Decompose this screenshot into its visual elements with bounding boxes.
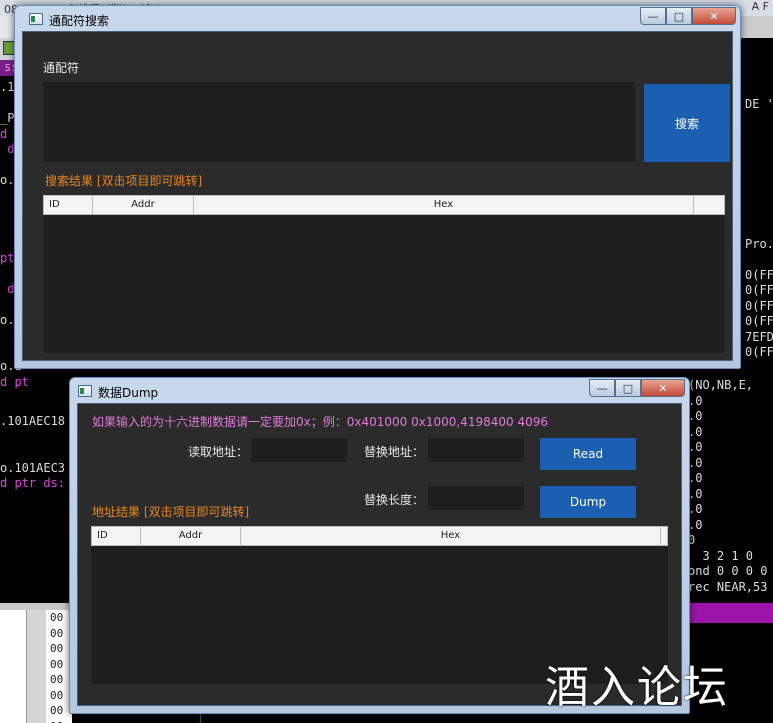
code-line: 00 [50,719,72,723]
code-line: (NO,NB,E, [688,378,754,392]
code-line: .0 [688,409,703,423]
read-address-input[interactable] [251,438,347,462]
read-button[interactable]: Read [540,438,636,470]
code-line: .0 [688,440,703,454]
minimize-button[interactable]: — [589,379,615,397]
column-addr[interactable]: Addr [141,527,241,545]
debugger-right-toolbar [740,16,773,38]
code-line: d pt [0,374,29,389]
column-extra[interactable] [694,196,724,214]
code-line: 0(FF [745,345,773,359]
highlight-bar [690,603,773,623]
read-address-label: 读取地址： [188,445,249,459]
disassembly-left-column-2: .101AEC18 o.101AEC3 d ptr ds: [0,414,65,492]
code-line: .101AEC18 [0,414,66,428]
dialog-body: 通配符 搜索 搜索结果 [双击项目即可跳转] ID Addr Hex [22,31,733,361]
column-hex[interactable]: Hex [241,527,661,545]
replace-address-label: 替换地址： [364,445,425,459]
maximize-button[interactable]: □ [615,379,641,397]
registers-right-column: DE ' Pro. 0(FF 0(FF 0(FF 0(FF 7EFD 0(FF [745,97,773,361]
code-line: 0(FF [745,283,773,297]
dump-scrollbar[interactable] [26,610,46,723]
code-line: .0 [688,502,703,516]
registers-right-column-2: (NO,NB,E, .0.0.0.0.0.0.0.0.0 0 3 2 1 0 ond … [688,378,767,595]
code-line: .0 [688,393,703,408]
code-line: .0 [688,517,703,532]
window-title: 通配符搜索 [49,14,110,28]
wildcard-label: 通配符 [43,61,80,75]
column-hex[interactable]: Hex [194,196,694,214]
code-line: DE ' [745,97,773,111]
column-id[interactable]: ID [92,527,141,545]
replace-length-label: 替换长度： [364,493,425,507]
window-app-icon [78,385,92,397]
code-line: .0 [688,471,703,485]
code-line: .0 [688,455,703,470]
column-id[interactable]: ID [44,196,93,214]
watermark: 酒入论坛 [545,662,729,713]
debugger-title-right: A F [751,0,769,13]
column-extra[interactable] [661,527,667,545]
code-line: Pro. [745,236,773,251]
results-table-header: ID Addr Hex [43,195,725,215]
code-line: .0 [688,424,703,439]
title-bar[interactable]: 通配符搜索 — □ ✕ [15,6,740,34]
wildcard-search-window: 通配符搜索 — □ ✕ 通配符 搜索 搜索结果 [双击项目即可跳转] ID Ad… [14,5,741,369]
code-line: rec NEAR,53 [688,579,768,594]
address-results-label: 地址结果 [双击项目即可跳转] [92,505,250,519]
code-line: 0(FF [745,314,773,328]
dump-button[interactable]: Dump [540,486,636,518]
close-button[interactable]: ✕ [692,7,736,25]
code-line: 3 2 1 0 [688,548,754,563]
replace-length-input[interactable] [428,486,524,510]
column-addr[interactable]: Addr [93,196,194,214]
window-app-icon [29,13,43,25]
hex-input-hint: 如果输入的为十六进制数据请一定要加0x；例：0x401000 0x1000,41… [92,415,548,429]
code-line: ond 0 0 0 0 [688,564,768,578]
minimize-button[interactable]: — [640,7,666,25]
results-table-body[interactable] [43,215,725,353]
results-table-header: ID Addr Hex [91,526,668,546]
search-button[interactable]: 搜索 [644,84,730,162]
maximize-button[interactable]: □ [666,7,692,25]
code-line: 0 [688,533,696,547]
code-line: d ptr ds: [0,476,66,490]
window-title: 数据Dump [98,386,159,400]
close-button[interactable]: ✕ [641,379,685,397]
code-line: 7EFD [745,329,773,344]
code-line: 0(FF [745,298,773,313]
replace-address-input[interactable] [428,438,524,462]
title-bar[interactable]: 数据Dump — □ ✕ [70,378,689,406]
code-line: 0(FF [745,267,773,282]
search-results-label: 搜索结果 [双击项目即可跳转] [45,174,203,188]
wildcard-input[interactable] [43,82,635,162]
code-line: .0 [688,486,703,501]
code-line: o.101AEC3 [0,460,66,475]
